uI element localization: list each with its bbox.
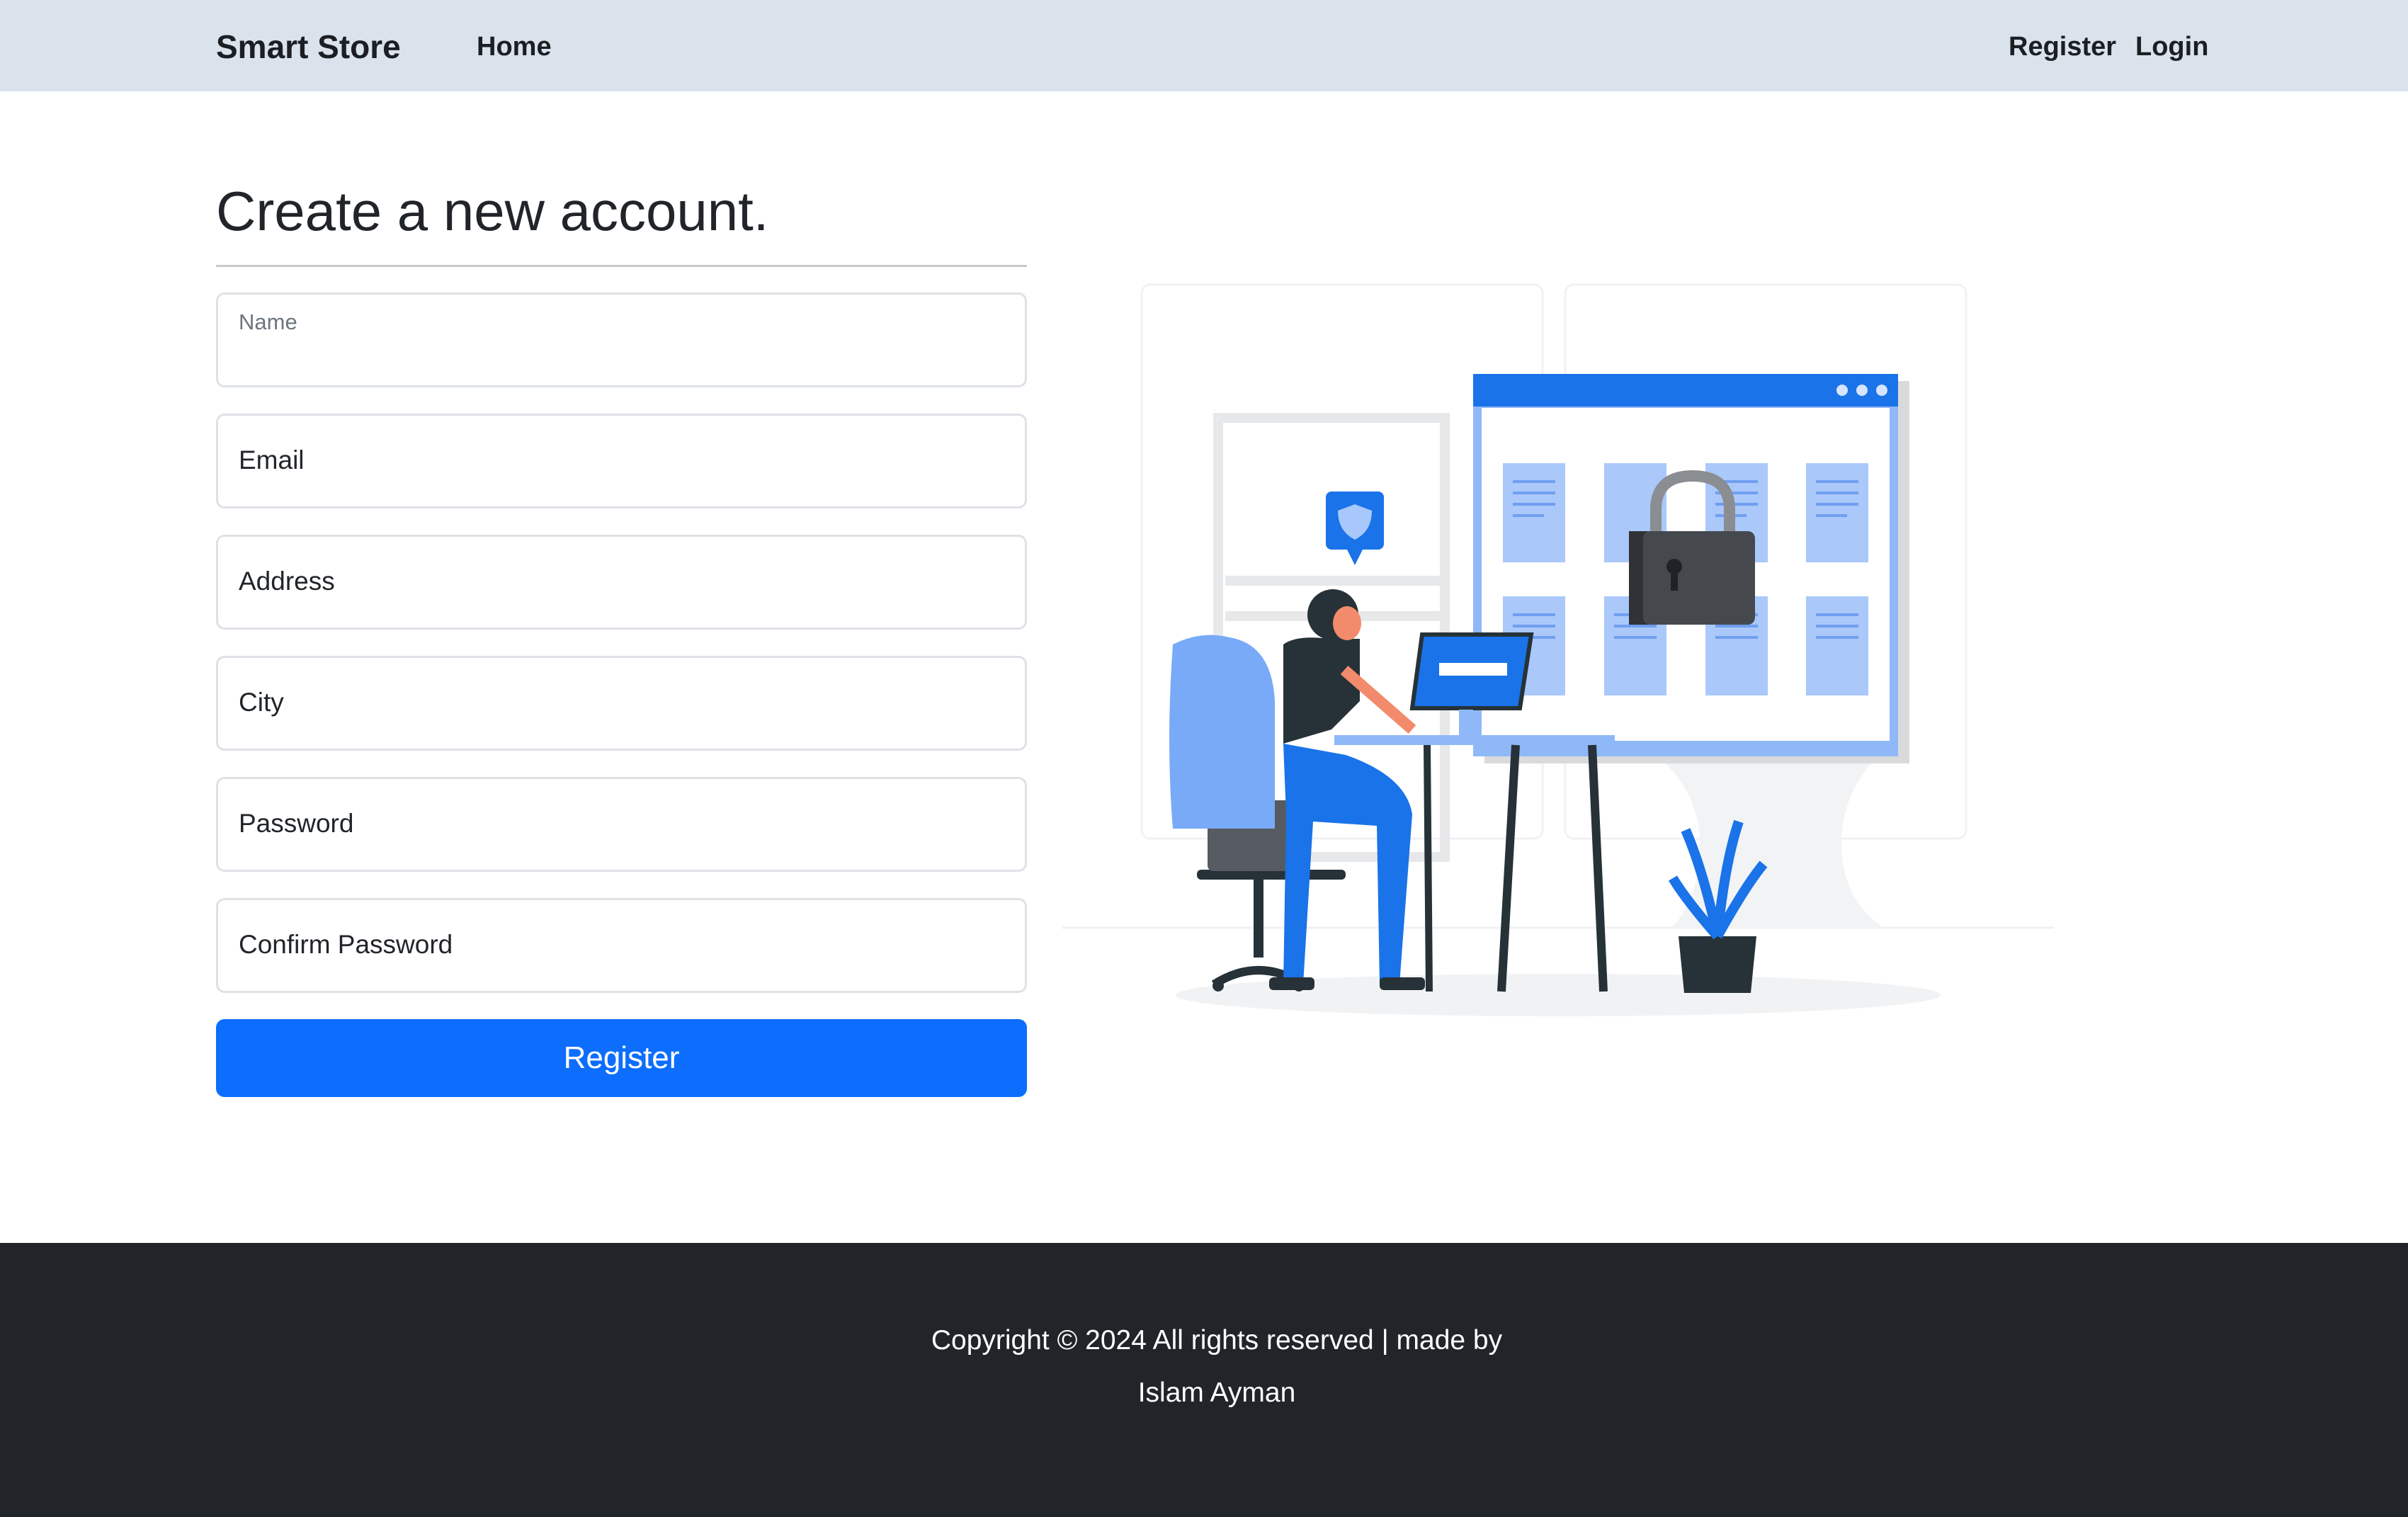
heading-divider [216,265,1027,267]
city-field[interactable]: City [216,656,1027,751]
nav-register-link[interactable]: Register [2009,28,2116,65]
security-illustration [1062,283,2054,1016]
nav-home-link[interactable]: Home [477,28,552,65]
name-field-label: Name [239,309,297,334]
password-field-label: Password [239,809,354,838]
confirm-password-field-label: Confirm Password [239,930,453,959]
footer-copyright: Copyright © 2024 All rights reserved | m… [931,1325,1503,1356]
footer-author: Islam Ayman [1137,1377,1296,1408]
footer: Copyright © 2024 All rights reserved | m… [0,1243,2408,1517]
address-field[interactable]: Address [216,535,1027,630]
register-button[interactable]: Register [216,1019,1027,1097]
nav-login-link[interactable]: Login [2135,28,2208,65]
email-field-label: Email [239,445,305,475]
city-field-label: City [239,688,284,717]
navbar: Smart Store Home Register Login [0,0,2408,91]
address-field-label: Address [239,567,335,596]
brand-logo[interactable]: Smart Store [216,27,401,67]
email-field[interactable]: Email [216,414,1027,508]
name-field[interactable]: Name [216,292,1027,387]
password-field[interactable]: Password [216,777,1027,872]
page-title: Create a new account. [216,180,769,242]
confirm-password-field[interactable]: Confirm Password [216,898,1027,993]
